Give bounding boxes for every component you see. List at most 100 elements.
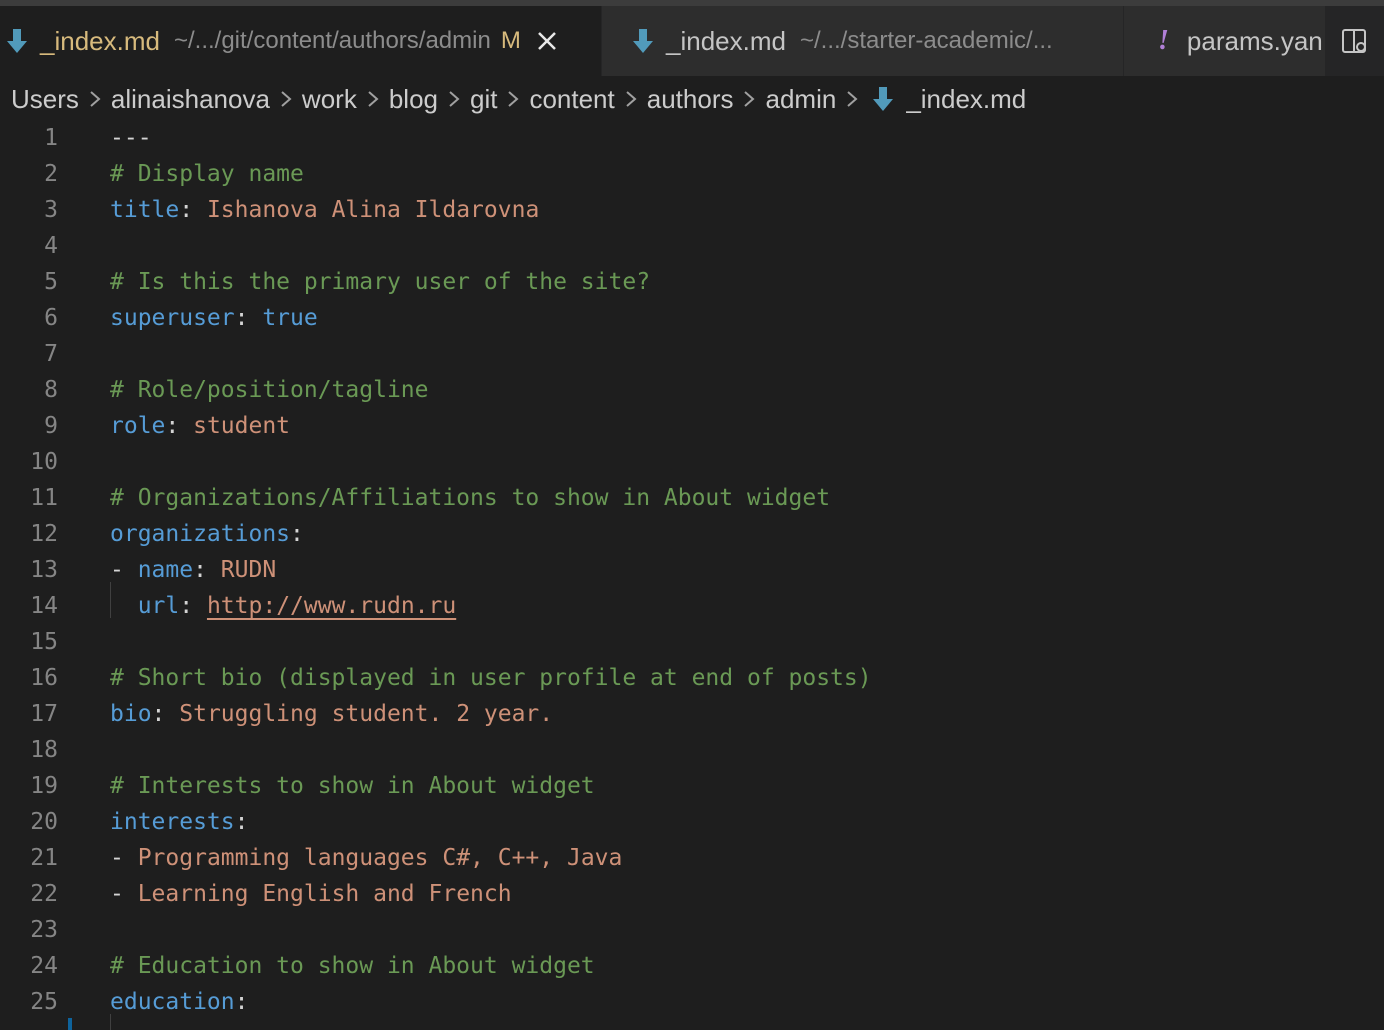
line-number: 23 xyxy=(30,917,58,943)
code-content: - name: RUDN xyxy=(110,552,276,588)
url-link[interactable]: http://www.rudn.ru xyxy=(207,593,456,619)
code-token: title xyxy=(110,197,180,223)
chevron-right-icon xyxy=(626,91,637,107)
breadcrumb-item-file[interactable]: _index.md xyxy=(906,84,1026,115)
line-number: 4 xyxy=(44,233,58,259)
editor-tab-bar: _index.md ~/.../git/content/authors/admi… xyxy=(0,6,1384,76)
breadcrumb-item[interactable]: admin xyxy=(765,84,836,115)
code-token: organizations xyxy=(110,521,291,547)
code-token: RUDN xyxy=(220,557,277,583)
code-token: url xyxy=(137,593,180,619)
tab-filename: _index.md xyxy=(40,25,160,56)
code-token: # Role/position/tagline xyxy=(110,377,429,403)
code-line[interactable]: 21 - Programming languages C#, C++, Java xyxy=(0,840,1384,876)
chevron-right-icon xyxy=(90,91,101,107)
line-number: 12 xyxy=(30,521,58,547)
line-number: 9 xyxy=(44,413,58,439)
tab-path-description: ~/.../starter-academic/... xyxy=(799,27,1053,54)
tab-params-yaml[interactable]: ! params.yan xyxy=(1124,6,1326,76)
code-line[interactable]: 1 --- xyxy=(0,120,1384,156)
line-number: 20 xyxy=(30,809,58,835)
breadcrumb-item[interactable]: content xyxy=(529,84,614,115)
breadcrumb-item[interactable]: authors xyxy=(647,84,734,115)
code-line[interactable]: 19 # Interests to show in About widget xyxy=(0,768,1384,804)
code-line[interactable]: 10 xyxy=(0,444,1384,480)
code-token: - xyxy=(110,845,138,871)
code-token: # Education to show in About widget xyxy=(110,953,595,979)
code-token: : xyxy=(179,593,207,619)
line-number: 19 xyxy=(30,773,58,799)
code-content: # Interests to show in About widget xyxy=(110,768,595,804)
code-line[interactable]: 6 superuser: true xyxy=(0,300,1384,336)
tab-filename: _index.md xyxy=(666,25,786,56)
line-number: 1 xyxy=(44,125,58,151)
breadcrumb-item[interactable]: alinaishanova xyxy=(111,84,270,115)
code-line[interactable]: 16 # Short bio (displayed in user profile… xyxy=(0,660,1384,696)
close-icon[interactable] xyxy=(537,31,557,51)
breadcrumb-item[interactable]: work xyxy=(302,84,357,115)
tab-index-md-admin[interactable]: _index.md ~/.../git/content/authors/admi… xyxy=(0,6,602,76)
line-number: 11 xyxy=(30,485,58,511)
code-content: - Learning English and French xyxy=(110,876,512,912)
code-line[interactable]: 11 # Organizations/Affiliations to show i… xyxy=(0,480,1384,516)
code-token: : xyxy=(234,305,263,331)
split-editor-button[interactable] xyxy=(1326,6,1384,76)
line-number: 24 xyxy=(30,953,58,979)
code-line[interactable]: 15 xyxy=(0,624,1384,660)
code-line[interactable]: 17 bio: Struggling student. 2 year. xyxy=(0,696,1384,732)
code-token: Ishanova Alina Ildarovna xyxy=(206,197,540,223)
code-line[interactable]: 7 xyxy=(0,336,1384,372)
code-line[interactable]: 13 - name: RUDN xyxy=(0,552,1384,588)
code-line[interactable]: 3 title: Ishanova Alina Ildarovna xyxy=(0,192,1384,228)
line-number: 8 xyxy=(44,377,58,403)
code-line[interactable]: 25 education: xyxy=(0,984,1384,1020)
code-token: student xyxy=(193,413,291,439)
tab-index-md-starter[interactable]: _index.md ~/.../starter-academic/... xyxy=(602,6,1124,76)
code-content: url: http://www.rudn.ru xyxy=(110,588,457,624)
code-editor[interactable]: 1 --- 2 # Display name 3 title: Ishanova Alin… xyxy=(0,120,1384,1030)
code-token: Programming languages C#, C++, Java xyxy=(137,845,623,871)
code-line[interactable]: 24 # Education to show in About widget xyxy=(0,948,1384,984)
code-token: # Short bio (displayed in user profile a… xyxy=(110,665,872,691)
code-line[interactable]: 23 xyxy=(0,912,1384,948)
line-number: 16 xyxy=(30,665,58,691)
breadcrumb-item[interactable]: git xyxy=(470,84,497,115)
code-token: interests xyxy=(110,809,235,835)
code-token: # Is this the primary user of the site? xyxy=(110,269,651,295)
code-content: - Programming languages C#, C++, Java xyxy=(110,840,622,876)
line-number: 5 xyxy=(44,269,58,295)
code-token: --- xyxy=(110,125,152,151)
code-token: # Organizations/Affiliations to show in … xyxy=(110,485,831,511)
code-token: role xyxy=(110,413,166,439)
chevron-right-icon xyxy=(508,91,519,107)
code-line[interactable]: 22 - Learning English and French xyxy=(0,876,1384,912)
line-number: 10 xyxy=(30,449,58,475)
code-line[interactable]: 9 role: student xyxy=(0,408,1384,444)
code-token: bio xyxy=(110,701,152,727)
line-number: 21 xyxy=(30,845,58,871)
code-line[interactable]: 18 xyxy=(0,732,1384,768)
code-content: superuser: true xyxy=(110,300,318,336)
chevron-right-icon xyxy=(368,91,379,107)
code-token: : xyxy=(290,521,304,547)
code-line[interactable]: 20 interests: xyxy=(0,804,1384,840)
breadcrumb-item[interactable]: blog xyxy=(389,84,438,115)
code-line[interactable]: 12 organizations: xyxy=(0,516,1384,552)
line-number: 7 xyxy=(44,341,58,367)
code-token: education xyxy=(110,989,235,1015)
code-line[interactable]: 8 # Role/position/tagline xyxy=(0,372,1384,408)
code-token: - xyxy=(110,881,138,907)
code-line[interactable]: 4 xyxy=(0,228,1384,264)
code-token: # Interests to show in About widget xyxy=(110,773,595,799)
yaml-exclamation-icon: ! xyxy=(1158,25,1169,56)
code-line[interactable]: 14 url: http://www.rudn.ru xyxy=(0,588,1384,624)
code-content: # Display name xyxy=(110,156,304,192)
line-number: 6 xyxy=(44,305,58,331)
code-line[interactable]: 2 # Display name xyxy=(0,156,1384,192)
line-number: 22 xyxy=(30,881,58,907)
chevron-right-icon xyxy=(449,91,460,107)
line-number: 13 xyxy=(30,557,58,583)
code-token: : xyxy=(151,701,180,727)
code-line[interactable]: 5 # Is this the primary user of the site? xyxy=(0,264,1384,300)
breadcrumb-item[interactable]: Users xyxy=(11,84,79,115)
